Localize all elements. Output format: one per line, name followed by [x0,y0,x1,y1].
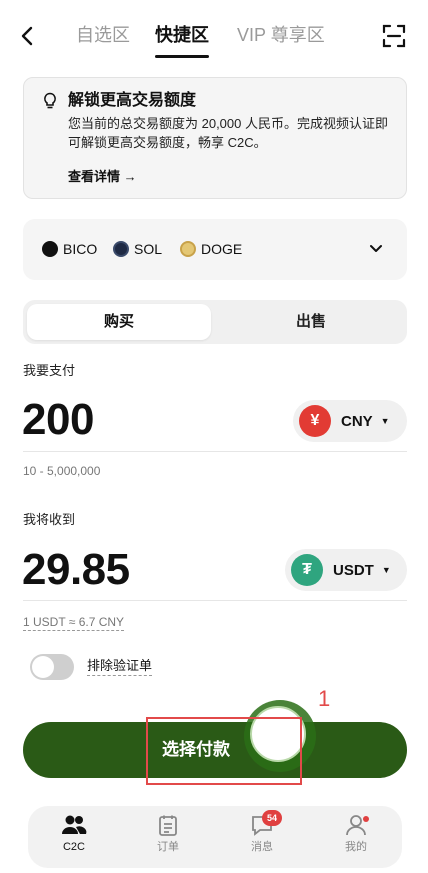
coin-label: SOL [134,241,163,257]
lightbulb-icon [42,92,58,110]
tab-favorites[interactable]: 自选区 [76,22,130,48]
users-icon [62,815,87,834]
tab-express[interactable]: 快捷区 [155,22,209,48]
nav-label: 订单 [157,841,179,853]
caret-down-icon: ▼ [380,416,390,426]
sol-icon [113,241,129,257]
nav-item-profile[interactable]: 我的 [326,814,386,854]
receive-currency-code: USDT [333,561,374,579]
scan-icon[interactable] [380,22,408,50]
coin-label: BICO [63,241,98,257]
nav-item-orders[interactable]: 订单 [138,814,198,854]
pay-currency-code: CNY [341,412,373,430]
active-tab-indicator [155,55,209,58]
back-arrow-icon[interactable] [14,22,42,50]
coin-chip-sol[interactable]: SOL [113,240,162,258]
annotation-step-number: 1 [318,686,331,711]
view-details-link[interactable]: 查看详情 → [68,168,137,186]
buy-tab[interactable]: 购买 [27,312,211,332]
coin-chip-bico[interactable]: BICO [42,240,97,258]
info-card-body: 您当前的总交易额度为 20,000 人民币。完成视频认证即可解锁更高交易额度，畅… [68,116,388,150]
messages-badge: 54 [262,810,282,826]
tether-icon: ₮ [291,554,323,586]
annotation-highlight-box [146,717,302,785]
toggle-knob [32,656,54,678]
coin-chip-doge[interactable]: DOGE [180,240,242,258]
profile-notification-dot [363,816,369,822]
receive-currency-selector[interactable]: ₮ USDT ▼ [285,549,407,591]
divider [23,451,407,452]
chevron-down-icon[interactable] [368,240,384,256]
info-card-title: 解锁更高交易额度 [68,92,197,109]
pay-label: 我要支付 [23,363,76,378]
divider [23,600,407,601]
receive-label: 我将收到 [23,512,76,527]
receive-amount-input[interactable]: 29.85 [22,544,130,596]
nav-item-c2c[interactable]: C2C [44,814,104,854]
exchange-rate[interactable]: 1 USDT ≈ 6.7 CNY [23,614,125,631]
pay-currency-selector[interactable]: ¥ CNY ▼ [293,400,407,442]
doge-icon [180,241,196,257]
coin-label: DOGE [201,241,243,257]
tab-vip[interactable]: VIP 尊享区 [237,22,325,48]
nav-label: C2C [62,841,85,853]
pay-amount-input[interactable]: 200 [22,394,94,446]
nav-label: 我的 [345,841,367,853]
yuan-icon: ¥ [299,405,331,437]
exclude-verified-label: 排除验证单 [87,657,153,676]
bico-icon [42,241,58,257]
pay-range-hint: 10 - 5,000,000 [23,464,101,478]
nav-label: 消息 [251,841,273,853]
clipboard-icon [159,815,177,836]
caret-down-icon: ▼ [381,565,391,575]
sell-tab[interactable]: 出售 [219,312,403,332]
